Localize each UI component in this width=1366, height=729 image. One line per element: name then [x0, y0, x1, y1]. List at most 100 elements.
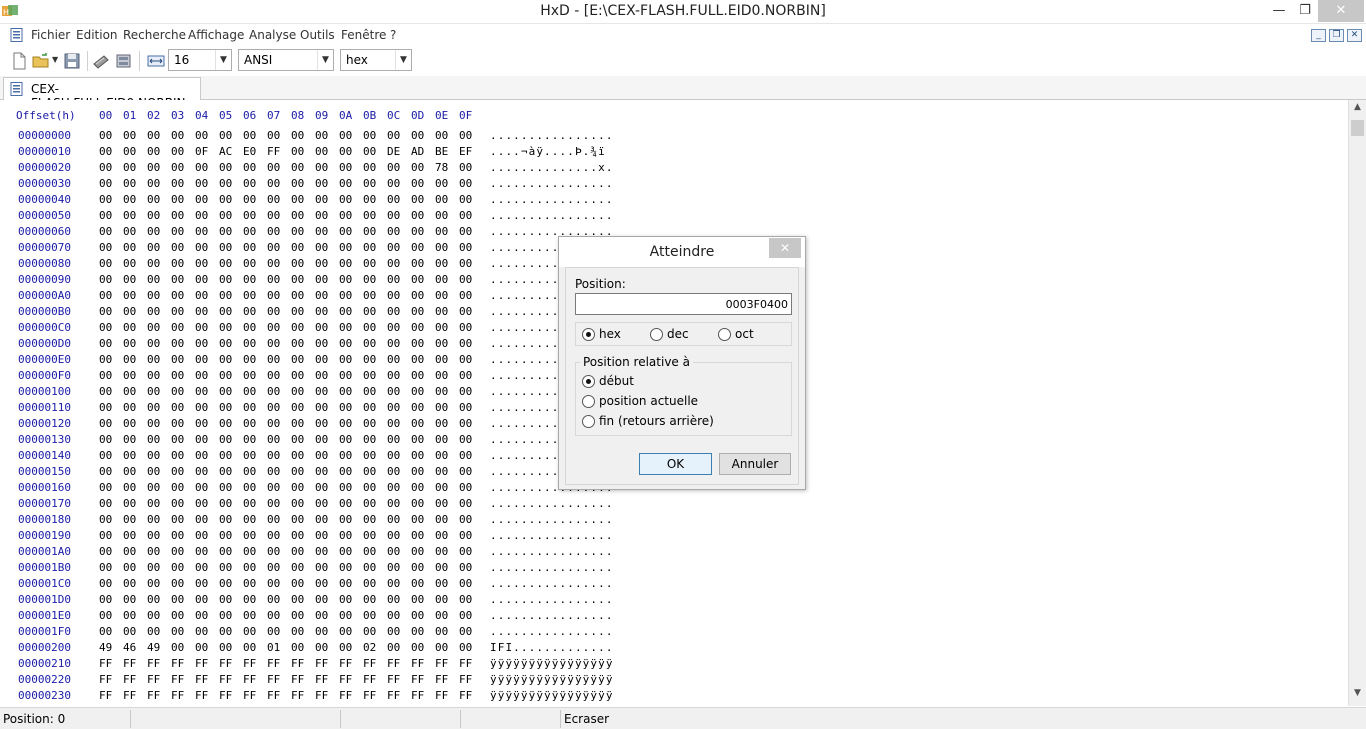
hex-byte[interactable]: 00: [411, 129, 435, 142]
hex-byte[interactable]: 00: [363, 145, 387, 158]
hex-byte[interactable]: 00: [99, 161, 123, 174]
hex-byte[interactable]: 00: [123, 257, 147, 270]
hex-byte[interactable]: 00: [219, 449, 243, 462]
charset-select[interactable]: ANSI ▼: [238, 49, 334, 71]
hex-byte[interactable]: FF: [411, 673, 435, 686]
hex-byte[interactable]: 00: [339, 321, 363, 334]
hex-byte[interactable]: FF: [123, 657, 147, 670]
hex-byte[interactable]: 00: [123, 337, 147, 350]
hex-byte[interactable]: 00: [411, 545, 435, 558]
hex-byte[interactable]: 00: [171, 529, 195, 542]
hex-byte[interactable]: 00: [459, 129, 483, 142]
hex-byte[interactable]: 00: [291, 257, 315, 270]
save-icon[interactable]: [63, 52, 81, 70]
hex-byte[interactable]: 00: [243, 401, 267, 414]
hex-byte[interactable]: 00: [147, 433, 171, 446]
hex-byte[interactable]: 00: [195, 289, 219, 302]
hex-byte[interactable]: 00: [387, 241, 411, 254]
hex-byte[interactable]: 00: [99, 129, 123, 142]
hex-byte[interactable]: 00: [99, 545, 123, 558]
hex-byte[interactable]: FF: [243, 657, 267, 670]
hex-byte[interactable]: 00: [219, 257, 243, 270]
hex-byte[interactable]: 00: [123, 209, 147, 222]
hex-byte[interactable]: 00: [123, 305, 147, 318]
hex-byte[interactable]: 00: [315, 449, 339, 462]
hex-byte[interactable]: 00: [459, 385, 483, 398]
hex-byte[interactable]: 00: [315, 465, 339, 478]
hex-byte[interactable]: 00: [387, 561, 411, 574]
hex-byte[interactable]: 00: [243, 545, 267, 558]
hex-byte[interactable]: 00: [291, 625, 315, 638]
hex-byte[interactable]: 00: [459, 289, 483, 302]
hex-byte[interactable]: 00: [99, 369, 123, 382]
hex-byte[interactable]: 00: [435, 305, 459, 318]
hex-byte[interactable]: 00: [147, 593, 171, 606]
hex-byte[interactable]: 00: [363, 353, 387, 366]
hex-byte[interactable]: 00: [171, 369, 195, 382]
hex-byte[interactable]: 00: [387, 369, 411, 382]
hex-byte[interactable]: FF: [339, 673, 363, 686]
hex-byte[interactable]: 00: [387, 353, 411, 366]
hex-byte[interactable]: 00: [99, 193, 123, 206]
hex-byte[interactable]: 00: [99, 177, 123, 190]
hex-byte[interactable]: 00: [363, 577, 387, 590]
hex-byte[interactable]: 00: [291, 417, 315, 430]
hex-byte[interactable]: 00: [123, 353, 147, 366]
hex-byte[interactable]: 00: [315, 545, 339, 558]
hex-byte[interactable]: FF: [291, 689, 315, 702]
row-ascii[interactable]: ................: [490, 529, 614, 542]
hex-byte[interactable]: 00: [267, 129, 291, 142]
hex-byte[interactable]: 00: [315, 353, 339, 366]
hex-byte[interactable]: 00: [339, 561, 363, 574]
hex-byte[interactable]: 00: [123, 625, 147, 638]
hex-byte[interactable]: 00: [123, 545, 147, 558]
hex-byte[interactable]: 00: [411, 177, 435, 190]
hex-byte[interactable]: 00: [339, 577, 363, 590]
hex-byte[interactable]: FF: [243, 673, 267, 686]
hex-byte[interactable]: 00: [147, 545, 171, 558]
hex-byte[interactable]: 00: [195, 401, 219, 414]
hex-byte[interactable]: 00: [123, 609, 147, 622]
hex-byte[interactable]: 00: [171, 625, 195, 638]
hex-byte[interactable]: 00: [411, 193, 435, 206]
scroll-up-icon[interactable]: ▲: [1349, 102, 1366, 118]
hex-byte[interactable]: 00: [459, 209, 483, 222]
hex-byte[interactable]: 00: [339, 513, 363, 526]
hex-byte[interactable]: 00: [99, 513, 123, 526]
hex-byte[interactable]: 00: [147, 241, 171, 254]
hex-byte[interactable]: 00: [459, 257, 483, 270]
hex-byte[interactable]: 00: [291, 225, 315, 238]
hex-byte[interactable]: 00: [147, 385, 171, 398]
hex-byte[interactable]: 00: [387, 257, 411, 270]
hex-byte[interactable]: 00: [291, 561, 315, 574]
hex-byte[interactable]: BE: [435, 145, 459, 158]
hex-byte[interactable]: 00: [339, 209, 363, 222]
hex-byte[interactable]: 00: [291, 337, 315, 350]
mdi-close-button[interactable]: ✕: [1347, 29, 1362, 42]
hex-byte[interactable]: 00: [435, 529, 459, 542]
hex-byte[interactable]: 00: [411, 577, 435, 590]
hex-byte[interactable]: 00: [435, 241, 459, 254]
hex-byte[interactable]: 00: [411, 369, 435, 382]
hex-byte[interactable]: 00: [291, 353, 315, 366]
hex-byte[interactable]: FF: [387, 673, 411, 686]
hex-byte[interactable]: 00: [147, 449, 171, 462]
hex-byte[interactable]: 00: [339, 337, 363, 350]
hex-byte[interactable]: 00: [387, 641, 411, 654]
hex-byte[interactable]: 00: [243, 273, 267, 286]
hex-byte[interactable]: 00: [339, 305, 363, 318]
hex-byte[interactable]: 49: [147, 641, 171, 654]
hex-byte[interactable]: 00: [99, 417, 123, 430]
hex-byte[interactable]: 00: [243, 593, 267, 606]
hex-byte[interactable]: 00: [387, 273, 411, 286]
hex-byte[interactable]: 00: [435, 225, 459, 238]
hex-byte[interactable]: 00: [147, 369, 171, 382]
hex-byte[interactable]: 00: [219, 625, 243, 638]
hex-byte[interactable]: 00: [195, 513, 219, 526]
hex-byte[interactable]: 00: [171, 161, 195, 174]
hex-byte[interactable]: 00: [339, 193, 363, 206]
row-ascii[interactable]: ÿÿÿÿÿÿÿÿÿÿÿÿÿÿÿÿ: [490, 657, 614, 670]
hex-byte[interactable]: 00: [315, 513, 339, 526]
hex-byte[interactable]: 00: [339, 177, 363, 190]
radio-dec-label[interactable]: dec: [667, 327, 689, 341]
